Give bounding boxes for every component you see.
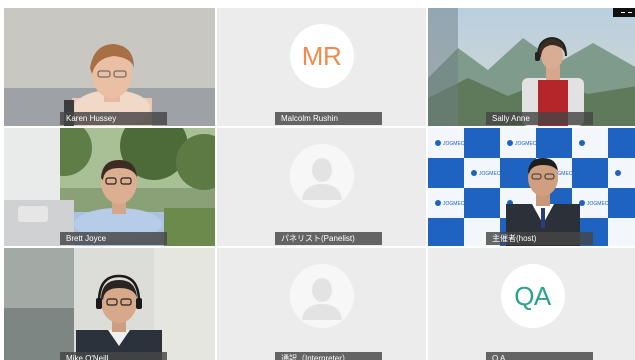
video-tile-panelist[interactable]: パネリスト(Panelist)	[217, 128, 426, 246]
participant-name: Brett Joyce	[60, 232, 167, 245]
camera-feed: JOGMEC JOGMEC JOGMEC JOGMEC JOGMEC JOGME…	[428, 128, 635, 246]
video-tile-interpreter[interactable]: 通訳（Interpreter）	[217, 248, 426, 360]
banner-text: JOGMEC	[515, 141, 537, 147]
participant-name: Mike O'Neill	[60, 352, 167, 360]
participant-name: Q A	[486, 352, 593, 360]
window-controls[interactable]	[613, 8, 635, 17]
participant-name: Malcolm Rushin	[275, 112, 382, 125]
camera-feed	[4, 128, 215, 246]
default-user-icon	[289, 144, 354, 208]
video-tile-mike-oneill[interactable]: Mike O'Neill	[4, 248, 215, 360]
video-tile-malcolm-rushin[interactable]: MR Malcolm Rushin	[217, 8, 426, 126]
video-tile-brett-joyce[interactable]: Brett Joyce	[4, 128, 215, 246]
banner-text: JOGMEC	[587, 201, 609, 207]
video-tile-qa[interactable]: QA Q A	[428, 248, 635, 360]
banner-text: JOGMEC	[443, 141, 465, 147]
video-tile-karen-hussey[interactable]: Karen Hussey	[4, 8, 215, 126]
banner-text: JOGMEC	[479, 171, 501, 177]
video-tile-sally-anne[interactable]: Sally Anne	[428, 8, 635, 126]
participant-name: Sally Anne	[486, 112, 593, 125]
camera-feed	[428, 8, 635, 126]
participant-name: パネリスト(Panelist)	[275, 232, 382, 245]
participant-name: Karen Hussey	[60, 112, 167, 125]
participant-name: 主催者(host)	[486, 232, 593, 245]
video-grid: Karen Hussey MR Malcolm Rushin Sally Ann…	[4, 8, 635, 360]
video-tile-host[interactable]: JOGMEC JOGMEC JOGMEC JOGMEC JOGMEC JOGME…	[428, 128, 635, 246]
camera-feed	[4, 248, 215, 360]
default-user-icon	[289, 264, 354, 328]
banner-text: JOGMEC	[443, 201, 465, 207]
participant-name: 通訳（Interpreter）	[275, 352, 382, 360]
initials-avatar: QA	[500, 264, 565, 328]
camera-feed	[4, 8, 215, 126]
initials-avatar: MR	[289, 24, 354, 88]
